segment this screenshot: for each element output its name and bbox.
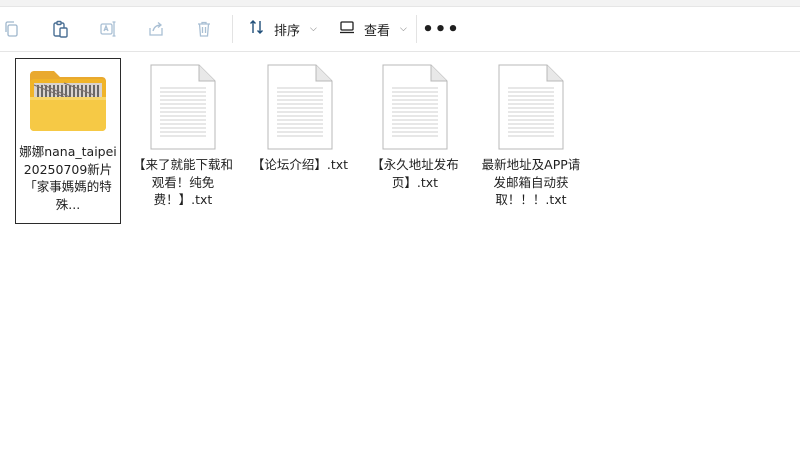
file-item-folder[interactable]: 娜娜nana_taipei20250709新片「家事媽媽的特殊... <box>15 58 121 224</box>
view-icon <box>338 18 356 40</box>
file-name-label: 【永久地址发布页】.txt <box>371 157 459 190</box>
file-list-area: 娜娜nana_taipei20250709新片「家事媽媽的特殊... 【来了就能… <box>0 52 800 455</box>
file-item-txt[interactable]: 【来了就能下载和观看！纯免费！】.txt <box>130 58 236 209</box>
delete-icon[interactable] <box>192 17 216 41</box>
paste-icon[interactable] <box>48 17 72 41</box>
sort-button[interactable]: 排序 ⌵ <box>248 16 317 42</box>
toolbar-separator <box>416 15 417 43</box>
file-item-txt[interactable]: 【永久地址发布页】.txt <box>362 58 468 191</box>
share-icon[interactable] <box>144 17 168 41</box>
file-name-label: 娜娜nana_taipei20250709新片「家事媽媽的特殊... <box>19 144 117 212</box>
file-item-txt[interactable]: 最新地址及APP请发邮箱自动获取！！！.txt <box>478 58 584 209</box>
copy-icon[interactable] <box>0 17 24 41</box>
file-name-label: 最新地址及APP请发邮箱自动获取！！！.txt <box>481 157 581 207</box>
text-file-icon <box>267 64 333 150</box>
command-bar: 排序 ⌵ 查看 ⌵ ••• <box>0 7 800 52</box>
sort-icon <box>248 18 266 40</box>
text-file-icon <box>150 64 216 150</box>
view-button[interactable]: 查看 ⌵ <box>338 16 407 42</box>
window-top-edge <box>0 0 800 7</box>
text-file-icon <box>382 64 448 150</box>
file-item-txt[interactable]: 【论坛介绍】.txt <box>247 58 353 174</box>
toolbar-separator <box>232 15 233 43</box>
sort-label: 排序 <box>274 23 301 39</box>
rename-icon[interactable] <box>96 17 120 41</box>
folder-thumbnail-icon <box>24 65 112 137</box>
chevron-down-icon: ⌵ <box>310 24 317 34</box>
file-name-label: 【论坛介绍】.txt <box>251 157 349 172</box>
file-name-label: 【来了就能下载和观看！纯免费！】.txt <box>133 157 234 207</box>
text-file-icon <box>498 64 564 150</box>
more-options-button[interactable]: ••• <box>422 16 459 42</box>
view-label: 查看 <box>364 23 391 39</box>
chevron-down-icon: ⌵ <box>400 24 407 34</box>
